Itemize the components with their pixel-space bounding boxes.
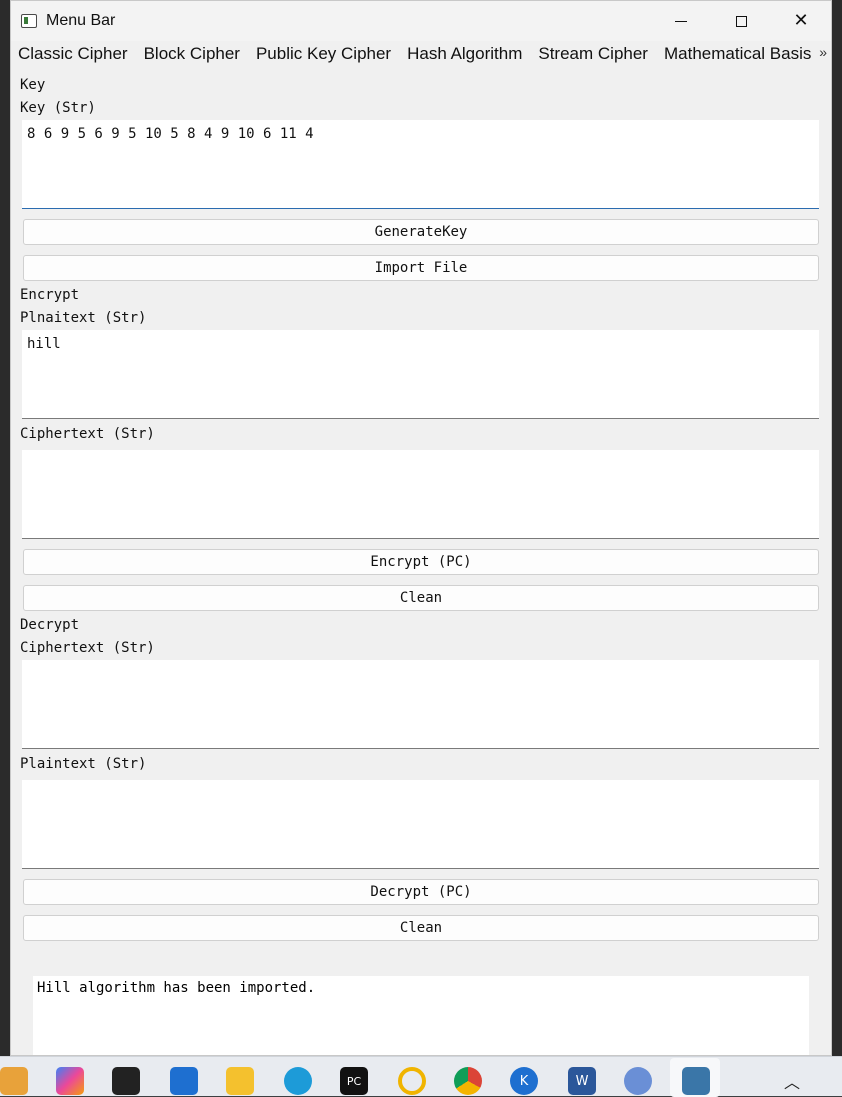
encrypt-plaintext-input[interactable]: hill (22, 330, 819, 419)
encrypt-heading: Encrypt (20, 287, 80, 303)
generate-key-button[interactable]: GenerateKey (23, 219, 819, 245)
folder-icon[interactable] (226, 1067, 254, 1095)
import-file-button[interactable]: Import File (23, 255, 819, 281)
key-field-label: Key (Str) (20, 100, 96, 116)
background-editor-left (0, 0, 10, 1056)
minimize-button[interactable] (651, 1, 711, 41)
word-icon[interactable]: W (568, 1067, 596, 1095)
menu-bar: Classic Cipher Block Cipher Public Key C… (11, 41, 831, 67)
python-icon[interactable] (682, 1067, 710, 1095)
k-app-icon[interactable]: K (510, 1067, 538, 1095)
decrypt-heading: Decrypt (20, 617, 80, 633)
encrypt-ciphertext-label: Ciphertext (Str) (20, 426, 155, 442)
decrypt-ciphertext-label: Ciphertext (Str) (20, 640, 155, 656)
key-heading: Key (20, 77, 46, 93)
encrypt-clean-button[interactable]: Clean (23, 585, 819, 611)
edge-icon[interactable] (284, 1067, 312, 1095)
encrypt-ciphertext-output[interactable] (22, 450, 819, 539)
background-editor-right (832, 0, 842, 1056)
decrypt-button[interactable]: Decrypt (PC) (23, 879, 819, 905)
menu-stream-cipher[interactable]: Stream Cipher (530, 44, 656, 64)
pycharm-icon[interactable]: PC (340, 1067, 368, 1095)
chrome-icon[interactable] (454, 1067, 482, 1095)
maximize-button[interactable] (711, 1, 771, 41)
menu-classic-cipher[interactable]: Classic Cipher (11, 44, 136, 64)
menu-block-cipher[interactable]: Block Cipher (136, 44, 248, 64)
window-title: Menu Bar (46, 12, 116, 29)
decrypt-plaintext-label: Plaintext (Str) (20, 756, 147, 772)
menu-hash-algorithm[interactable]: Hash Algorithm (399, 44, 530, 64)
maximize-icon (735, 15, 747, 27)
app-window-icon (21, 14, 37, 28)
chevron-up-icon[interactable]: ︿ (784, 1069, 800, 1093)
key-input[interactable]: 8 6 9 5 6 9 5 10 5 8 4 9 10 6 11 4 (22, 120, 819, 209)
title-bar: Menu Bar ✕ (11, 1, 831, 41)
status-log[interactable]: Hill algorithm has been imported. (33, 976, 809, 1055)
close-icon: ✕ (793, 10, 809, 31)
mail-icon[interactable] (170, 1067, 198, 1095)
taskbar: PC K W ︿ (0, 1056, 842, 1097)
minimize-icon (675, 20, 687, 22)
menu-mathematical-basis[interactable]: Mathematical Basis (656, 44, 819, 64)
terminal-icon[interactable] (112, 1067, 140, 1095)
decrypt-plaintext-output[interactable] (22, 780, 819, 869)
encrypt-button[interactable]: Encrypt (PC) (23, 549, 819, 575)
decrypt-ciphertext-input[interactable] (22, 660, 819, 749)
copilot-icon[interactable] (56, 1067, 84, 1095)
app-window: Menu Bar ✕ Classic Cipher Block Cipher P… (10, 0, 832, 1056)
rings-icon[interactable] (398, 1067, 426, 1095)
decrypt-clean-button[interactable]: Clean (23, 915, 819, 941)
encrypt-plaintext-label: Plnaitext (Str) (20, 310, 147, 326)
menu-overflow-icon[interactable]: » (819, 44, 827, 60)
menu-public-key-cipher[interactable]: Public Key Cipher (248, 44, 399, 64)
close-button[interactable]: ✕ (771, 1, 831, 41)
settings-icon[interactable] (624, 1067, 652, 1095)
charts-icon[interactable] (0, 1067, 28, 1095)
